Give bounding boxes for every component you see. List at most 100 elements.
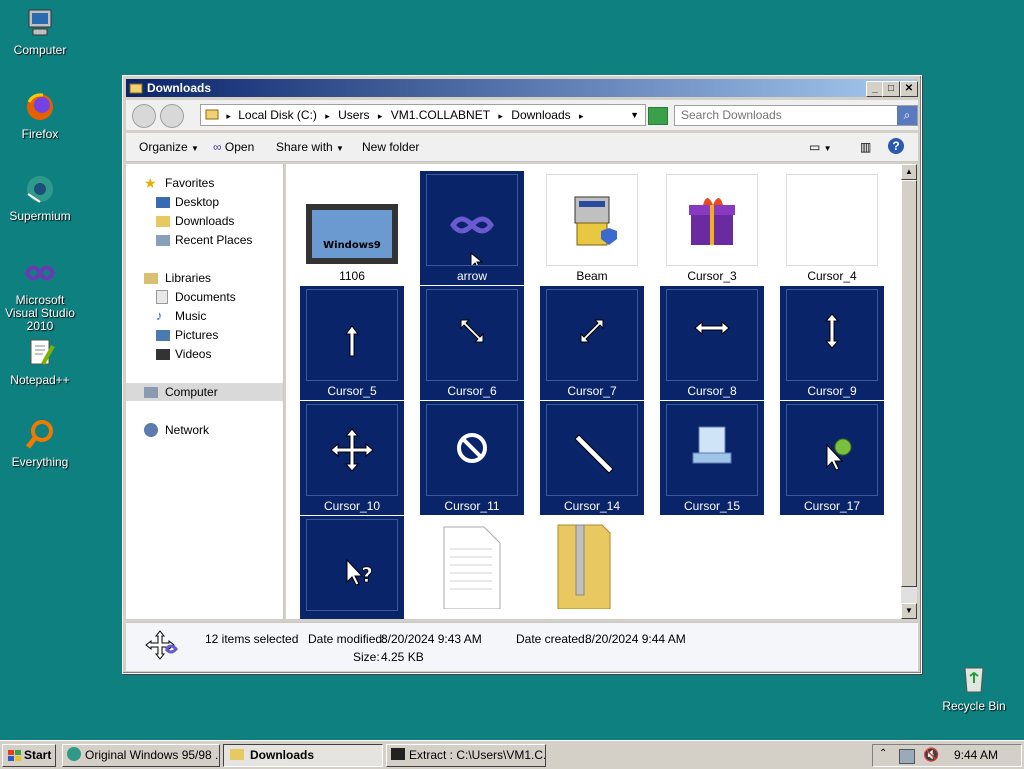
nav-pictures[interactable]: Pictures (126, 326, 283, 344)
nav-desktop[interactable]: Desktop (126, 193, 283, 211)
resize-diagonal-nwse-icon (426, 289, 518, 381)
scroll-thumb[interactable] (901, 180, 917, 587)
nav-recent-places[interactable]: Recent Places (126, 231, 283, 249)
file-tile[interactable]: Cursor_4 (780, 171, 884, 285)
breadcrumb-user[interactable]: VM1.COLLABNET (391, 105, 490, 125)
file-tile[interactable]: Beam (540, 171, 644, 285)
view-options-icon[interactable]: ▭ ▼ (809, 140, 832, 154)
file-name: Cursor_3 (687, 269, 737, 283)
file-tile[interactable]: Cursor_7 (540, 286, 644, 400)
vertical-scrollbar[interactable]: ▲ ▼ (901, 164, 917, 619)
explorer-window[interactable]: Downloads _ □ ✕ ▸ Local Disk (C:) ▸ User… (122, 75, 922, 674)
date-modified-value: 8/20/2024 9:43 AM (381, 632, 482, 646)
title-bar[interactable]: Downloads _ □ ✕ (126, 79, 918, 97)
search-box[interactable]: ⌕ (674, 105, 918, 126)
nav-network[interactable]: Network (126, 421, 283, 439)
taskbar-button-label: Downloads (250, 748, 315, 762)
open-with-icon: ∞ (213, 140, 222, 154)
computer-icon (28, 9, 52, 36)
pen-cursor-icon (546, 404, 638, 496)
file-tile[interactable]: Windows9 1106 (300, 171, 404, 285)
address-dropdown-icon[interactable]: ▼ (630, 105, 639, 125)
start-button[interactable]: Start (2, 744, 56, 767)
nav-favorites[interactable]: ★ Favorites (126, 174, 283, 192)
taskbar-button-7zip[interactable]: Extract : C:\Users\VM1.C... (386, 744, 546, 767)
file-tile[interactable]: Cursor_11 (420, 401, 524, 515)
file-list[interactable]: Windows9 1106 arrow Beam Cursor_3 Cursor… (286, 164, 901, 619)
nav-videos[interactable]: Videos (126, 345, 283, 363)
share-with-label: Share with (276, 140, 333, 154)
desktop-icon-visual-studio[interactable]: Microsoft Visual Studio 2010 (0, 256, 80, 333)
address-bar[interactable]: ▸ Local Disk (C:) ▸ Users ▸ VM1.COLLABNE… (200, 104, 646, 126)
search-icon[interactable]: ⌕ (897, 106, 917, 125)
file-tile[interactable]: Cursor_17 (780, 401, 884, 515)
desktop-icon-label: Firefox (21, 127, 59, 141)
network-tray-icon[interactable] (899, 749, 915, 764)
file-tile[interactable]: Cursor_9 (780, 286, 884, 400)
refresh-button[interactable] (648, 107, 668, 125)
back-button[interactable] (132, 104, 156, 128)
file-tile[interactable] (540, 516, 644, 619)
chevron-down-icon: ▼ (191, 144, 199, 153)
file-tile[interactable]: Cursor_5 (300, 286, 404, 400)
open-button[interactable]: ∞ Open (213, 140, 254, 154)
close-button[interactable]: ✕ (900, 81, 918, 97)
nav-downloads[interactable]: Downloads (126, 212, 283, 230)
desktop-icon-supermium[interactable]: Supermium (0, 172, 80, 223)
folder-icon (205, 109, 219, 120)
documents-icon (156, 290, 168, 304)
address-bar-row: ▸ Local Disk (C:) ▸ Users ▸ VM1.COLLABNE… (126, 100, 918, 130)
file-tile[interactable]: arrow (420, 171, 524, 285)
breadcrumb-users[interactable]: Users (338, 105, 369, 125)
desktop-icon-notepadpp[interactable]: Notepad++ (0, 336, 80, 387)
file-tile[interactable]: Cursor_10 (300, 401, 404, 515)
desktop-icon-firefox[interactable]: Firefox (0, 90, 80, 141)
file-name: arrow (456, 269, 487, 283)
file-tile[interactable]: Cursor_8 (660, 286, 764, 400)
file-tile[interactable]: ? (300, 516, 404, 619)
desktop-icon-recycle-bin[interactable]: Recycle Bin (934, 662, 1014, 713)
file-tile[interactable]: Cursor_14 (540, 401, 644, 515)
open-label: Open (224, 140, 255, 154)
recent-places-icon (156, 235, 170, 246)
desktop-icon-computer[interactable]: Computer (0, 6, 80, 57)
nav-music[interactable]: ♪ Music (126, 307, 283, 325)
preview-pane-icon[interactable]: ▥ (860, 140, 871, 154)
desktop-icon-everything[interactable]: Everything (0, 418, 80, 469)
chevron-down-icon: ▼ (336, 144, 344, 153)
file-tile[interactable]: Cursor_3 (660, 171, 764, 285)
help-icon[interactable]: ? (888, 138, 904, 154)
breadcrumb-downloads[interactable]: Downloads (511, 105, 570, 125)
infinity-cursor-icon (426, 174, 518, 270)
video-thumbnail-icon: Windows9 (306, 174, 398, 266)
everything-icon (26, 420, 53, 449)
clock[interactable]: 9:44 AM (954, 748, 998, 762)
new-folder-button[interactable]: New folder (362, 140, 419, 154)
search-input[interactable] (675, 106, 891, 123)
scroll-up-button[interactable]: ▲ (901, 164, 917, 180)
taskbar-button-downloads[interactable]: Downloads (223, 744, 383, 767)
taskbar: Start Original Windows 95/98 ... Downloa… (0, 740, 1024, 769)
svg-text:?: ? (361, 563, 373, 587)
file-tile[interactable]: Cursor_15 (660, 401, 764, 515)
crumb-separator-icon: ▸ (377, 111, 383, 121)
desktop-icon (156, 197, 170, 208)
window-title: Downloads (147, 81, 212, 95)
nav-computer[interactable]: Computer (126, 383, 283, 401)
nav-libraries[interactable]: Libraries (126, 269, 283, 287)
scroll-down-button[interactable]: ▼ (901, 603, 917, 619)
volume-muted-icon[interactable]: 🔇 (923, 747, 939, 763)
taskbar-button-browser[interactable]: Original Windows 95/98 ... (62, 744, 220, 767)
file-name: Cursor_6 (447, 384, 497, 398)
organize-button[interactable]: Organize ▼ (139, 140, 199, 154)
nav-documents[interactable]: Documents (126, 288, 283, 306)
share-with-button[interactable]: Share with ▼ (276, 140, 344, 154)
breadcrumb-local-disk[interactable]: Local Disk (C:) (238, 105, 317, 125)
forward-button[interactable] (160, 104, 184, 128)
firefox-icon (27, 93, 53, 120)
file-tile[interactable] (420, 516, 524, 619)
file-tile[interactable]: Cursor_6 (420, 286, 524, 400)
tray-expand-icon[interactable]: ⌃ (879, 748, 887, 759)
7zip-icon (391, 748, 405, 760)
maximize-button[interactable]: □ (882, 81, 900, 97)
